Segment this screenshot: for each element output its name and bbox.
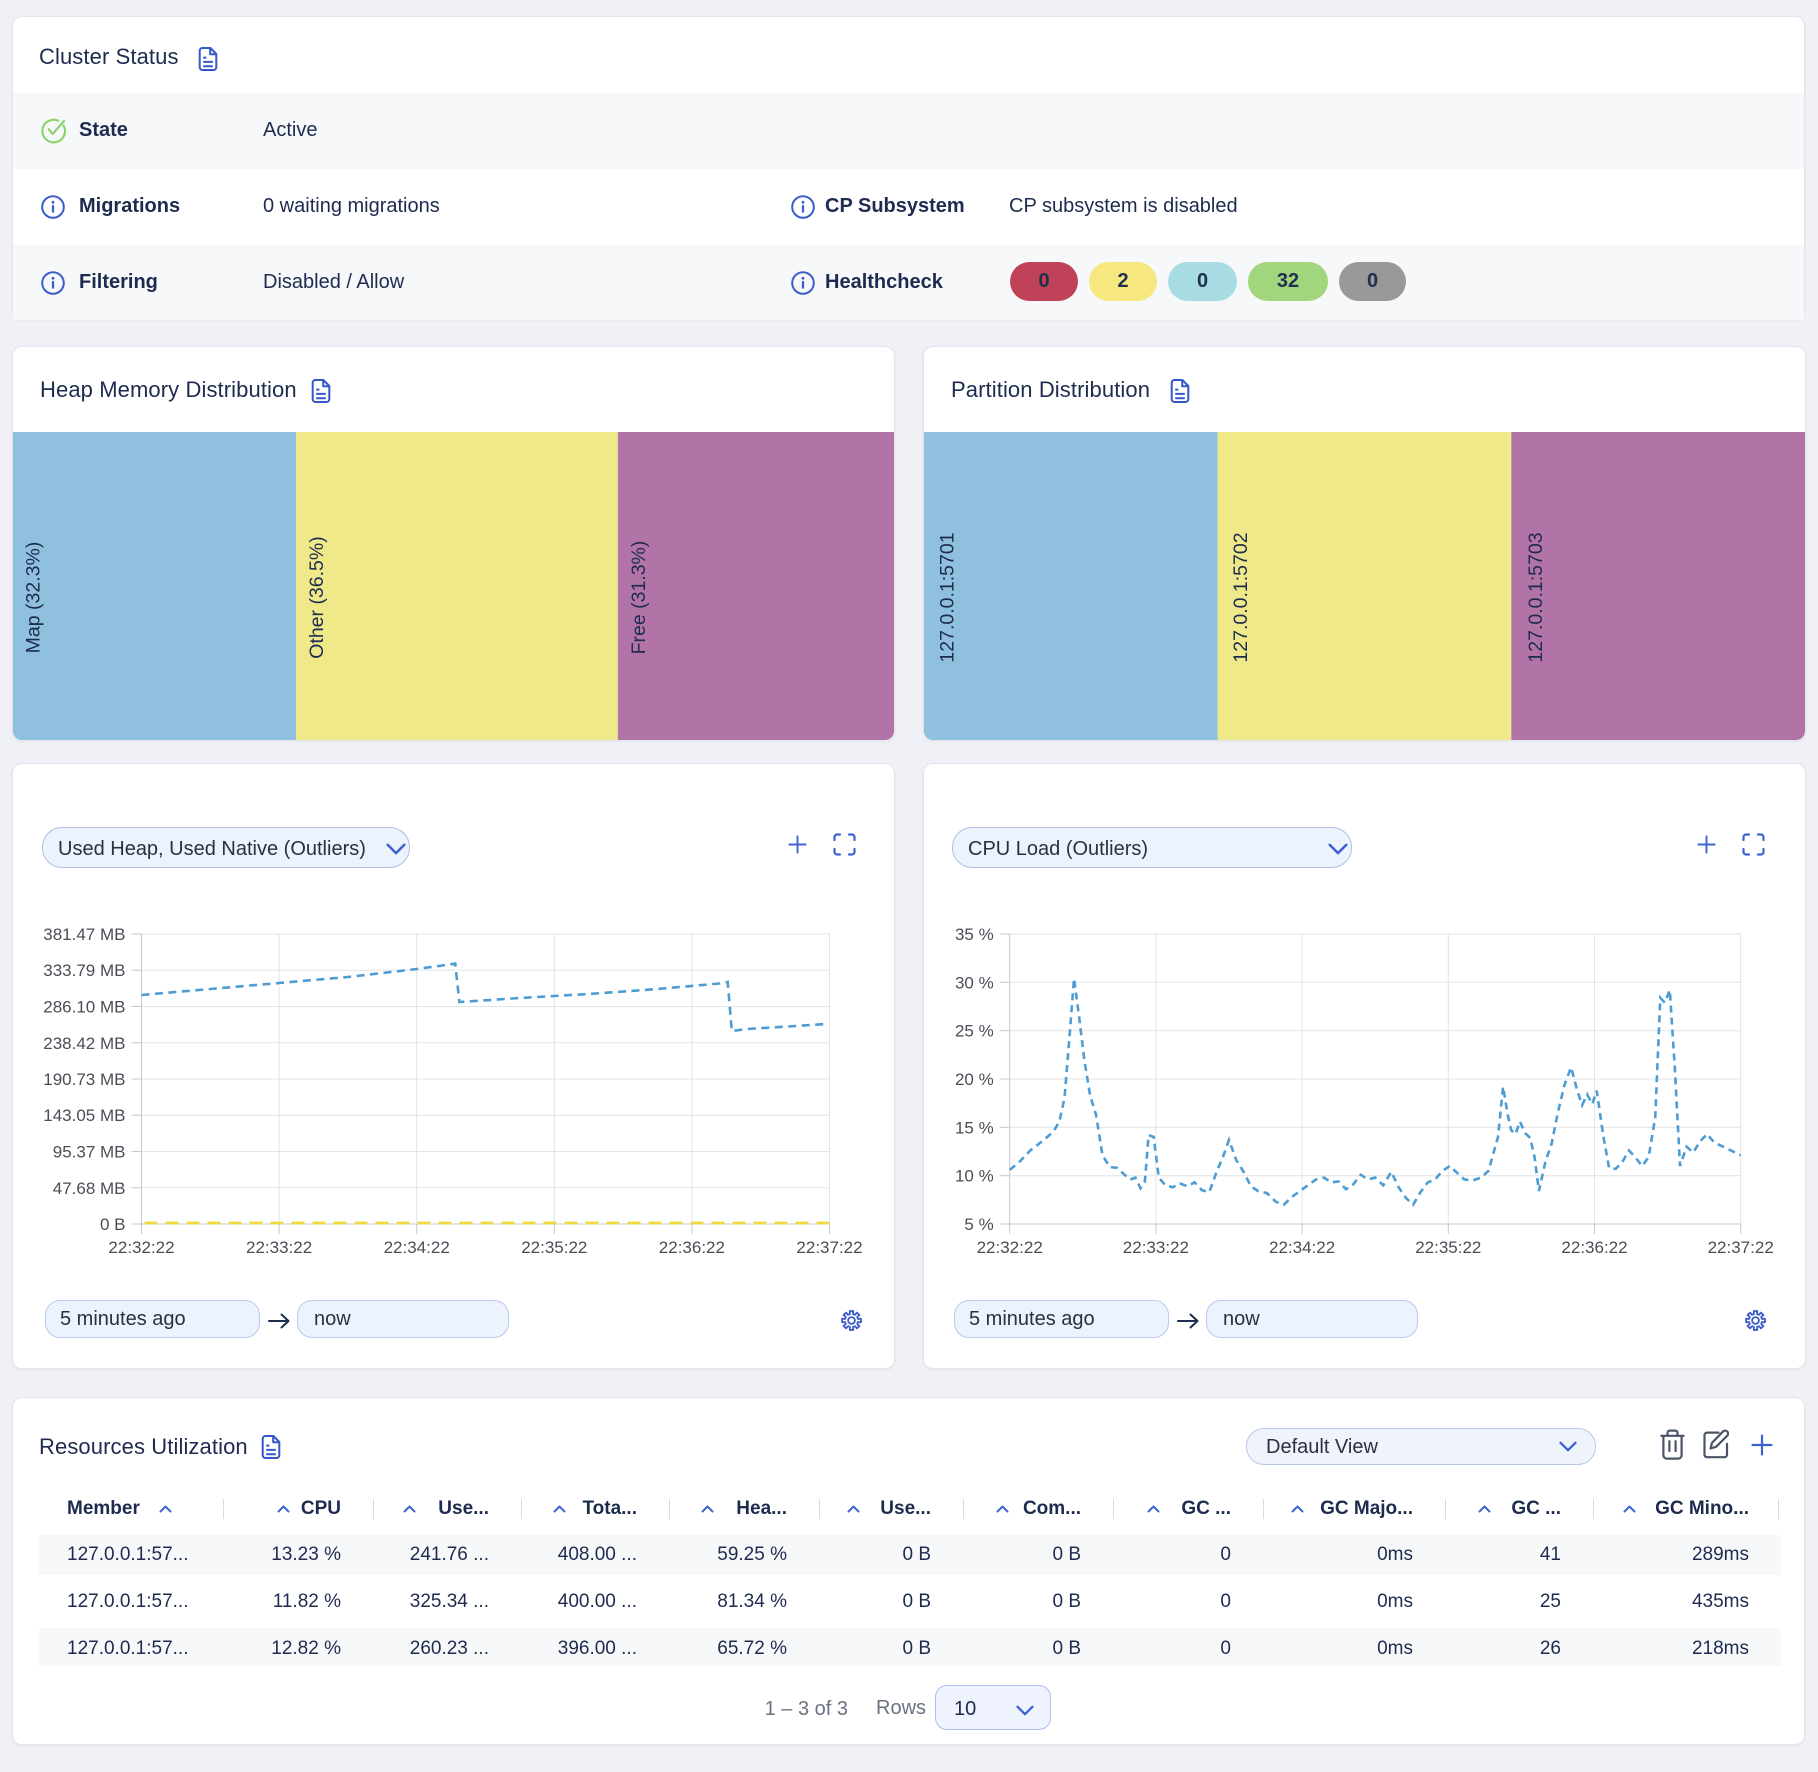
svg-text:95.37 MB: 95.37 MB (53, 1143, 126, 1162)
svg-text:47.68 MB: 47.68 MB (53, 1179, 126, 1198)
svg-text:22:36:22: 22:36:22 (1561, 1238, 1627, 1257)
svg-text:22:34:22: 22:34:22 (1269, 1238, 1335, 1257)
svg-text:15 %: 15 % (955, 1118, 994, 1137)
svg-text:22:32:22: 22:32:22 (977, 1238, 1043, 1257)
svg-text:Free (31.3%): Free (31.3%) (628, 541, 650, 655)
svg-text:127.0.0.1:5702: 127.0.0.1:5702 (1230, 532, 1252, 662)
svg-text:127.0.0.1:5701: 127.0.0.1:5701 (937, 532, 959, 662)
svg-text:127.0.0.1:5703: 127.0.0.1:5703 (1525, 532, 1547, 662)
svg-text:22:34:22: 22:34:22 (384, 1238, 450, 1257)
svg-text:10 %: 10 % (955, 1167, 994, 1186)
svg-text:35 %: 35 % (955, 925, 994, 944)
svg-text:5 %: 5 % (964, 1215, 993, 1234)
svg-text:22:37:22: 22:37:22 (796, 1238, 862, 1257)
svg-text:25 %: 25 % (955, 1022, 994, 1041)
svg-text:190.73 MB: 190.73 MB (43, 1070, 125, 1089)
svg-text:0 B: 0 B (100, 1215, 126, 1234)
svg-text:Other (36.5%): Other (36.5%) (306, 536, 328, 658)
svg-text:22:36:22: 22:36:22 (659, 1238, 725, 1257)
svg-text:143.05 MB: 143.05 MB (43, 1106, 125, 1125)
svg-text:22:33:22: 22:33:22 (246, 1238, 312, 1257)
svg-text:22:35:22: 22:35:22 (521, 1238, 587, 1257)
svg-text:22:32:22: 22:32:22 (108, 1238, 174, 1257)
svg-text:381.47 MB: 381.47 MB (43, 925, 125, 944)
svg-text:22:35:22: 22:35:22 (1415, 1238, 1481, 1257)
svg-text:30 %: 30 % (955, 973, 994, 992)
svg-text:238.42 MB: 238.42 MB (43, 1034, 125, 1053)
svg-text:333.79 MB: 333.79 MB (43, 961, 125, 980)
svg-text:22:37:22: 22:37:22 (1708, 1238, 1774, 1257)
svg-text:22:33:22: 22:33:22 (1123, 1238, 1189, 1257)
svg-text:20 %: 20 % (955, 1070, 994, 1089)
svg-text:Map (32.3%): Map (32.3%) (23, 542, 45, 654)
svg-text:286.10 MB: 286.10 MB (43, 998, 125, 1017)
